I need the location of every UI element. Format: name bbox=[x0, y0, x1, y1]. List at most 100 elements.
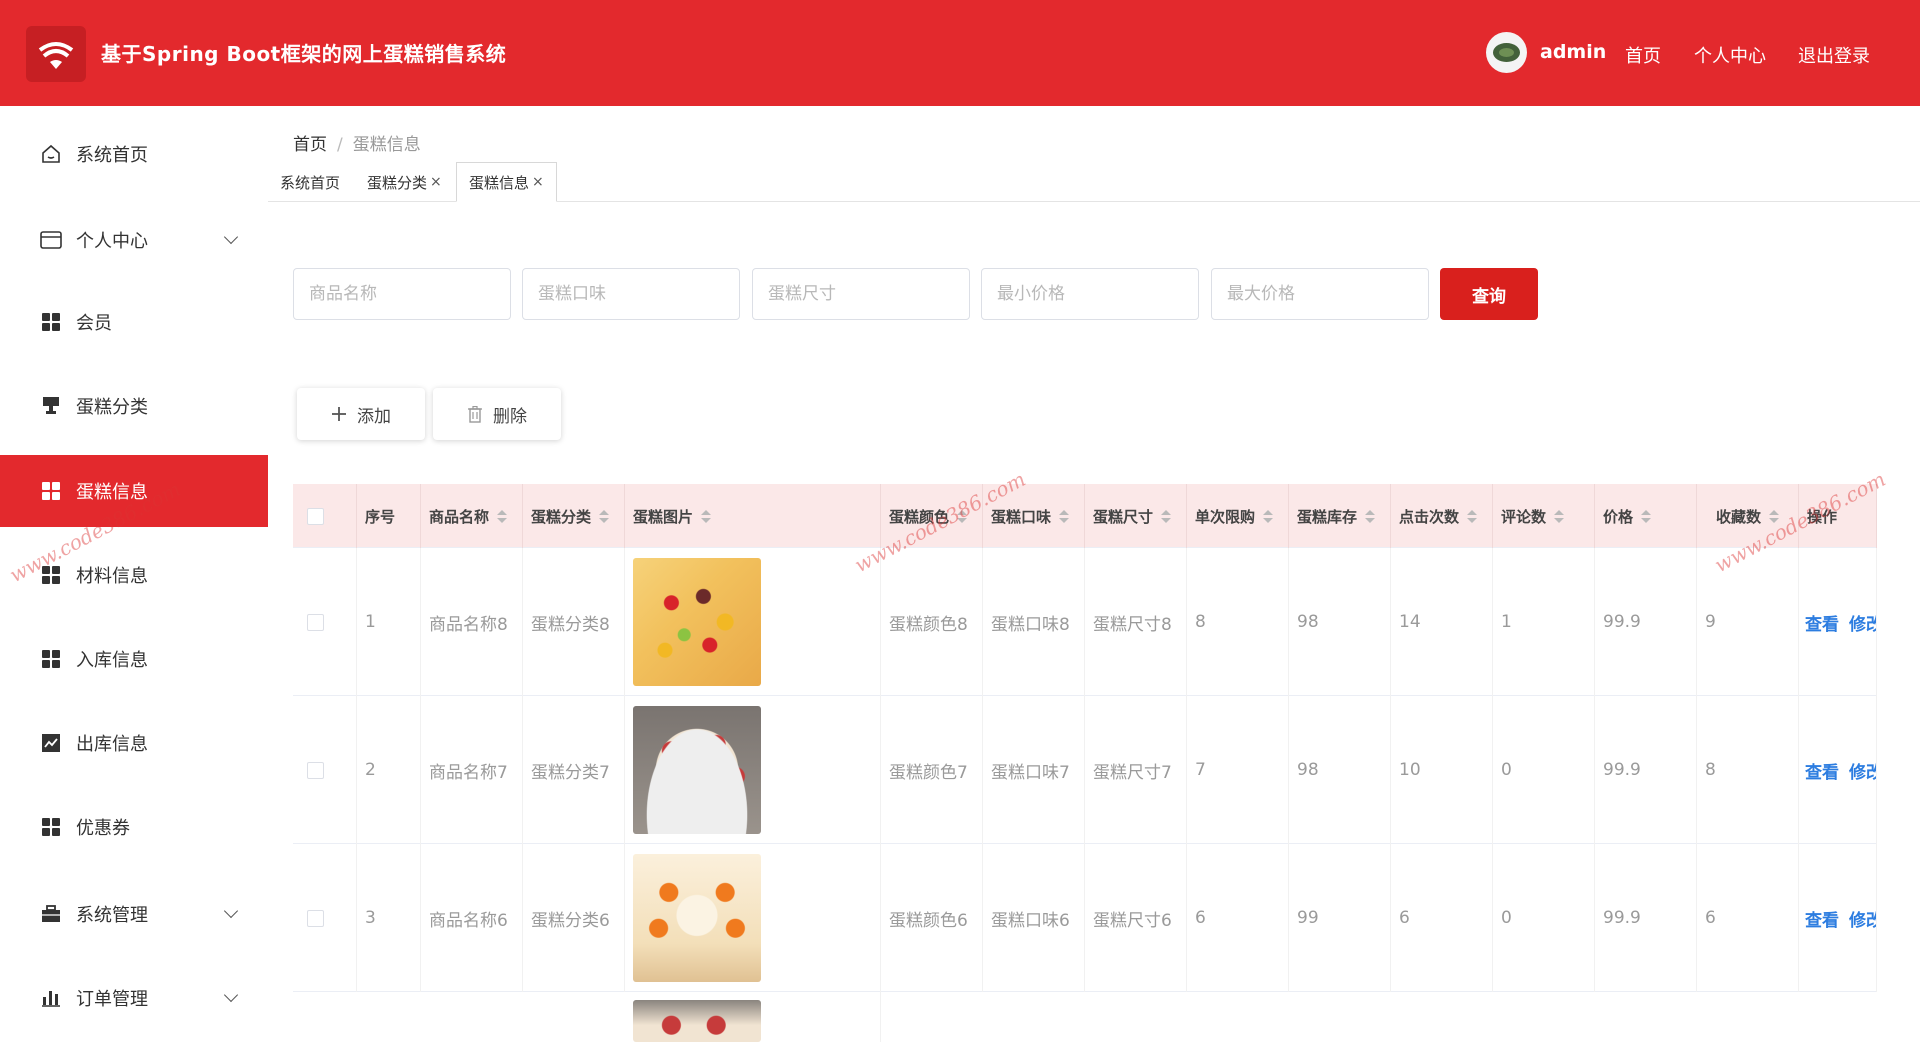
avatar[interactable] bbox=[1486, 32, 1527, 73]
sidebar-item-materials[interactable]: 材料信息 bbox=[0, 539, 268, 611]
column-header: 序号 bbox=[357, 484, 421, 548]
column-header[interactable]: 价格 bbox=[1595, 484, 1697, 548]
sort-icon[interactable] bbox=[1641, 509, 1652, 523]
sidebar-item-profile[interactable]: 个人中心 bbox=[0, 204, 268, 276]
column-label: 蛋糕图片 bbox=[633, 507, 694, 526]
column-label: 操作 bbox=[1807, 507, 1838, 526]
edit-link[interactable]: 修改 bbox=[1849, 758, 1876, 783]
cell-image bbox=[625, 696, 881, 844]
edit-link[interactable]: 修改 bbox=[1849, 906, 1876, 931]
sidebar-item-stock-out[interactable]: 出库信息 bbox=[0, 707, 268, 779]
cell-color: 蛋糕颜色7 bbox=[881, 696, 983, 844]
search-name-input[interactable] bbox=[293, 268, 511, 320]
nav-logout-link[interactable]: 退出登录 bbox=[1798, 42, 1870, 68]
row-checkbox[interactable] bbox=[307, 761, 324, 779]
logo bbox=[26, 26, 86, 82]
sidebar-item-home[interactable]: 系统首页 bbox=[0, 118, 268, 190]
add-button-label: 添加 bbox=[357, 406, 391, 427]
breadcrumb-home[interactable]: 首页 bbox=[293, 135, 327, 155]
sidebar-item-label: 出库信息 bbox=[76, 734, 148, 755]
chevron-down-icon bbox=[223, 903, 239, 919]
select-all-checkbox[interactable] bbox=[307, 507, 324, 525]
cup-icon bbox=[40, 395, 62, 417]
column-label: 序号 bbox=[365, 507, 396, 526]
sidebar-item-cake-category[interactable]: 蛋糕分类 bbox=[0, 370, 268, 442]
sort-icon[interactable] bbox=[701, 509, 712, 523]
search-max-price-input[interactable] bbox=[1211, 268, 1429, 320]
logo-icon bbox=[38, 42, 74, 69]
cell-comments: 0 bbox=[1493, 696, 1595, 844]
sidebar-item-stock-in[interactable]: 入库信息 bbox=[0, 623, 268, 695]
carrot-cake-image[interactable] bbox=[633, 854, 761, 982]
username[interactable]: admin bbox=[1540, 41, 1606, 63]
delete-button-label: 删除 bbox=[493, 406, 527, 427]
column-label: 蛋糕库存 bbox=[1297, 507, 1358, 526]
column-header[interactable]: 蛋糕颜色 bbox=[881, 484, 983, 548]
sort-icon[interactable] bbox=[1161, 509, 1172, 523]
cell-flavor: 蛋糕口味6 bbox=[983, 844, 1085, 992]
query-button[interactable]: 查询 bbox=[1440, 268, 1538, 320]
search-flavor-input[interactable] bbox=[522, 268, 740, 320]
tab-cake-info[interactable]: 蛋糕信息 × bbox=[456, 162, 557, 202]
column-header[interactable]: 收藏数 bbox=[1697, 484, 1799, 548]
sort-icon[interactable] bbox=[957, 509, 968, 523]
cell-comments: 0 bbox=[1493, 844, 1595, 992]
column-header[interactable]: 蛋糕分类 bbox=[523, 484, 625, 548]
view-link[interactable]: 查看 bbox=[1805, 610, 1839, 635]
tab-cake-category[interactable]: 蛋糕分类 × bbox=[355, 162, 454, 202]
search-size-input[interactable] bbox=[752, 268, 970, 320]
strawberry-cake-image[interactable] bbox=[633, 706, 761, 834]
column-header[interactable]: 蛋糕库存 bbox=[1289, 484, 1391, 548]
column-header[interactable]: 蛋糕口味 bbox=[983, 484, 1085, 548]
column-header[interactable]: 蛋糕尺寸 bbox=[1085, 484, 1187, 548]
strawberry-cake-image[interactable] bbox=[633, 1000, 761, 1042]
add-button[interactable]: 添加 bbox=[297, 388, 425, 440]
close-icon[interactable]: × bbox=[532, 174, 544, 190]
sort-icon[interactable] bbox=[1769, 509, 1779, 523]
view-link[interactable]: 查看 bbox=[1805, 758, 1839, 783]
sidebar-item-cake-info[interactable]: 蛋糕信息 bbox=[0, 455, 268, 527]
delete-button[interactable]: 删除 bbox=[433, 388, 561, 440]
edit-link[interactable]: 修改 bbox=[1849, 610, 1876, 635]
sort-icon[interactable] bbox=[497, 509, 508, 523]
sort-icon[interactable] bbox=[599, 509, 610, 523]
row-checkbox[interactable] bbox=[307, 909, 324, 927]
column-header: 操作 bbox=[1799, 484, 1877, 548]
cell-index: 1 bbox=[357, 548, 421, 696]
row-checkbox[interactable] bbox=[307, 613, 324, 631]
sort-icon[interactable] bbox=[1467, 509, 1478, 523]
sort-icon[interactable] bbox=[1059, 509, 1070, 523]
sidebar-item-label: 优惠券 bbox=[76, 818, 130, 839]
sort-icon[interactable] bbox=[1365, 509, 1376, 523]
sidebar-item-system[interactable]: 系统管理 bbox=[0, 878, 268, 950]
bar-chart-icon bbox=[40, 987, 62, 1009]
sidebar-item-orders[interactable]: 订单管理 bbox=[0, 962, 268, 1034]
cell-size: 蛋糕尺寸6 bbox=[1085, 844, 1187, 992]
sort-icon[interactable] bbox=[1263, 509, 1274, 523]
nav-home-link[interactable]: 首页 bbox=[1625, 42, 1661, 68]
sort-icon[interactable] bbox=[1554, 509, 1565, 523]
view-link[interactable]: 查看 bbox=[1805, 906, 1839, 931]
sidebar-item-coupons[interactable]: 优惠券 bbox=[0, 791, 268, 863]
column-header[interactable]: 点击次数 bbox=[1391, 484, 1493, 548]
table-header: 序号 商品名称 蛋糕分类 蛋糕图片 蛋糕颜色 蛋糕口味 蛋糕尺寸 单次限购 蛋糕… bbox=[293, 484, 1877, 548]
cell-limit: 7 bbox=[1187, 696, 1289, 844]
search-min-price-input[interactable] bbox=[981, 268, 1199, 320]
column-header[interactable]: 单次限购 bbox=[1187, 484, 1289, 548]
row-select-cell bbox=[293, 844, 357, 992]
cell-image bbox=[625, 548, 881, 696]
column-header[interactable]: 商品名称 bbox=[421, 484, 523, 548]
column-header[interactable]: 评论数 bbox=[1493, 484, 1595, 548]
column-header[interactable]: 蛋糕图片 bbox=[625, 484, 881, 548]
nav-profile-link[interactable]: 个人中心 bbox=[1694, 42, 1766, 68]
table-row: 3 商品名称6 蛋糕分类6 蛋糕颜色6 蛋糕口味6 蛋糕尺寸6 6 99 6 0… bbox=[293, 844, 1877, 992]
grid-icon bbox=[40, 648, 62, 670]
cell-limit: 6 bbox=[1187, 844, 1289, 992]
tab-home[interactable]: 系统首页 bbox=[268, 162, 352, 202]
sidebar-item-members[interactable]: 会员 bbox=[0, 286, 268, 358]
cell-clicks: 14 bbox=[1391, 548, 1493, 696]
fruit-cake-image[interactable] bbox=[633, 558, 761, 686]
sidebar-item-label: 系统管理 bbox=[76, 905, 148, 926]
chart-line-icon bbox=[40, 732, 62, 754]
close-icon[interactable]: × bbox=[430, 174, 442, 190]
